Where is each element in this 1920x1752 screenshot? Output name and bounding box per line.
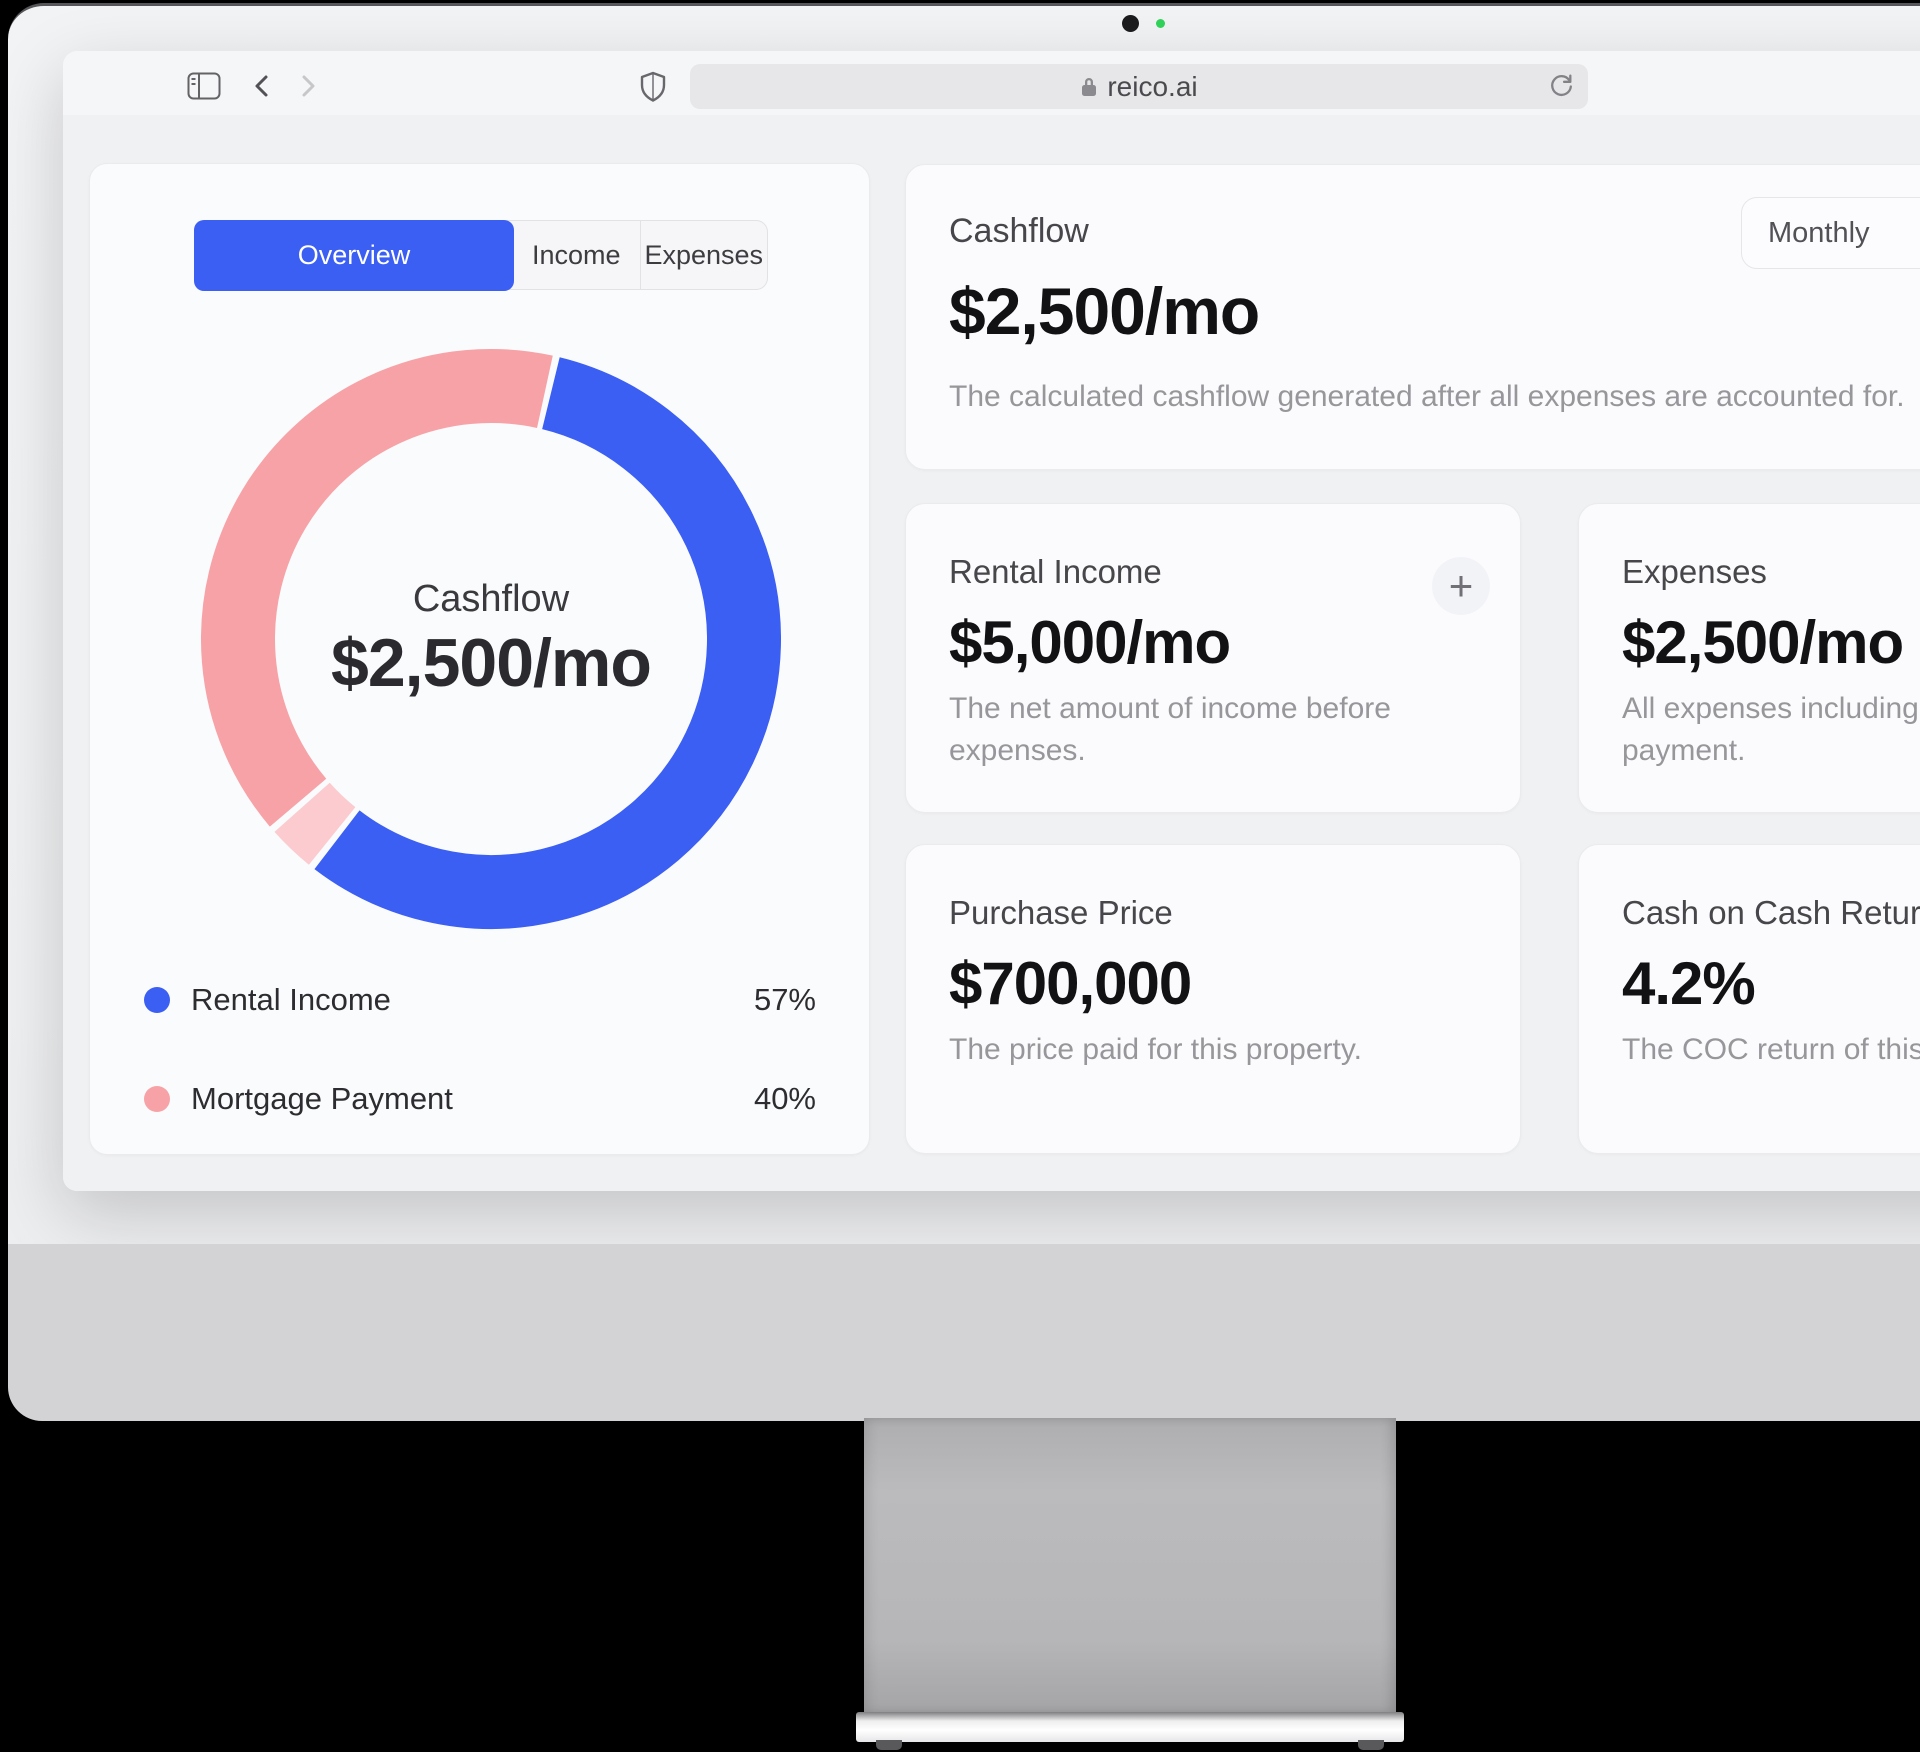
legend-percent: 57% — [754, 982, 816, 1018]
monitor-chin — [8, 1244, 1920, 1421]
privacy-shield-icon[interactable] — [639, 71, 667, 108]
donut-center-text: Cashflow $2,500/mo — [181, 329, 801, 949]
forward-button[interactable] — [293, 72, 321, 105]
card-title: Purchase Price — [949, 894, 1173, 932]
address-bar[interactable]: reico.ai — [690, 64, 1588, 109]
tab-overview[interactable]: Overview — [194, 220, 515, 291]
period-selector-monthly[interactable]: Monthly — [1741, 197, 1920, 269]
add-income-button[interactable]: + — [1432, 557, 1490, 615]
camera-dot — [1122, 15, 1139, 32]
legend-row-rental-income: Rental Income 57% — [144, 980, 816, 1020]
monitor-stand — [864, 1418, 1396, 1714]
plus-icon: + — [1449, 565, 1474, 607]
cash-on-cash-return-card: Cash on Cash Return 4.2% The COC return … — [1578, 844, 1920, 1154]
reload-icon[interactable] — [1548, 73, 1575, 105]
analyzer-card: Overview Income Expenses Cashflow $2,500… — [89, 163, 870, 1155]
purchase-price-card: Purchase Price $700,000 The price paid f… — [905, 844, 1521, 1154]
expenses-card: Expenses $2,500/mo All expenses includin… — [1578, 503, 1920, 813]
lock-icon — [1080, 75, 1098, 99]
card-description: The calculated cashflow generated after … — [949, 376, 1905, 418]
card-value: 4.2% — [1622, 949, 1755, 1018]
browser-window: reico.ai Overview Income Expenses Cashfl… — [63, 51, 1920, 1191]
card-value: $2,500/mo — [1622, 608, 1903, 677]
legend-label: Rental Income — [191, 982, 391, 1018]
stand-foot — [876, 1740, 902, 1750]
card-description: The COC return of this investment. — [1622, 1029, 1920, 1071]
legend-row-mortgage-payment: Mortgage Payment 40% — [144, 1079, 816, 1119]
legend-dot-mortgage-payment — [144, 1086, 170, 1112]
card-description: All expenses including your payment. — [1622, 688, 1920, 772]
legend-dot-rental-income — [144, 987, 170, 1013]
card-value: $700,000 — [949, 949, 1191, 1018]
donut-center-value: $2,500/mo — [331, 623, 651, 703]
back-button[interactable] — [249, 72, 277, 105]
imac-monitor: reico.ai Overview Income Expenses Cashfl… — [8, 3, 1920, 1418]
camera-led-green — [1156, 19, 1165, 28]
rental-income-card: Rental Income + $5,000/mo The net amount… — [905, 503, 1521, 813]
donut-center-label: Cashflow — [413, 575, 569, 623]
card-title: Rental Income — [949, 553, 1162, 591]
url-text: reico.ai — [1107, 71, 1197, 103]
card-description: The price paid for this property. — [949, 1029, 1362, 1071]
card-title: Cash on Cash Return — [1622, 894, 1920, 932]
period-selector-label: Monthly — [1768, 217, 1870, 250]
stand-foot — [1358, 1740, 1384, 1750]
cashflow-donut-wrap: Cashflow $2,500/mo — [181, 329, 801, 949]
monitor-stand-base — [856, 1712, 1404, 1742]
card-description: The net amount of income before expenses… — [949, 688, 1391, 772]
card-title: Cashflow — [949, 212, 1089, 251]
tab-income[interactable]: Income — [513, 221, 640, 289]
analyzer-tab-group: Overview Income Expenses — [194, 220, 768, 290]
legend-percent: 40% — [754, 1081, 816, 1117]
card-value: $5,000/mo — [949, 608, 1230, 677]
legend-label: Mortgage Payment — [191, 1081, 453, 1117]
tab-expenses[interactable]: Expenses — [640, 221, 768, 289]
card-value: $2,500/mo — [949, 273, 1259, 349]
sidebar-toggle-icon[interactable] — [187, 72, 221, 105]
card-title: Expenses — [1622, 553, 1767, 591]
